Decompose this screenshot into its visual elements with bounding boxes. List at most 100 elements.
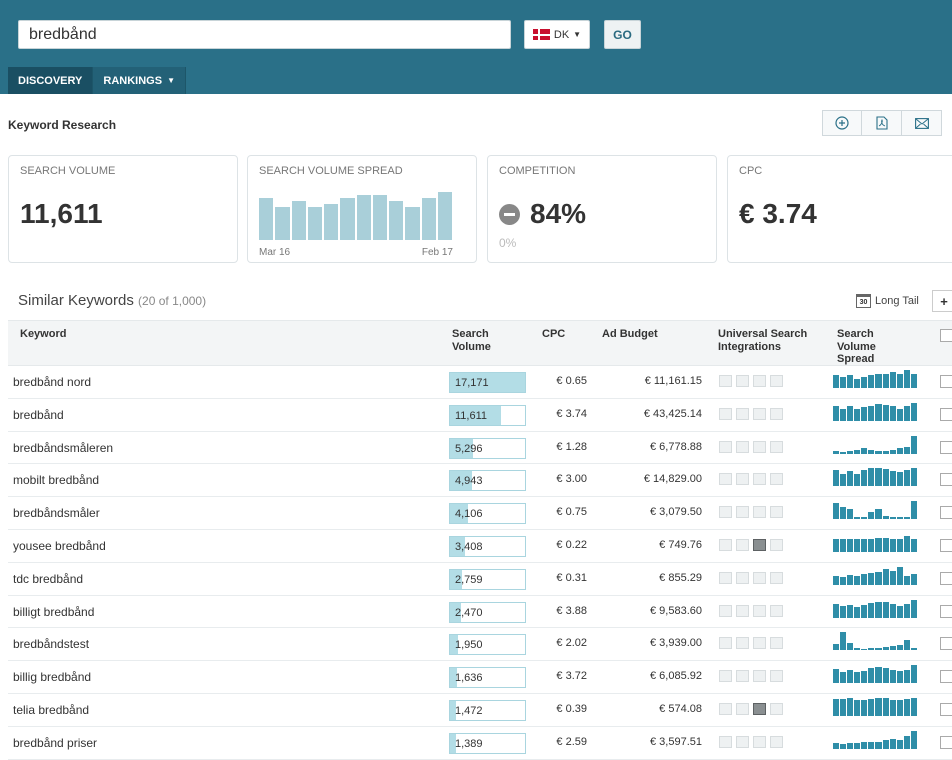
ad-budget-value: € 14,829.00 [643,473,702,486]
cpc-value: € 3.00 [556,473,587,486]
row-spread-bar [910,573,917,585]
keyword-link[interactable]: telia bredbånd [13,703,89,717]
table-row[interactable]: bredbånd priser 1,389 € 2.59 € 3,597.51 [8,727,952,760]
email-button[interactable] [902,110,942,136]
row-spread-bar [889,571,896,585]
row-checkbox[interactable] [940,735,952,749]
keyword-link[interactable]: billigt bredbånd [13,605,94,619]
table-row[interactable]: bredbåndsmåleren 5,296 € 1.28 € 6,778.88 [8,432,952,465]
table-row[interactable]: yousee bredbånd 3,408 € 0.22 € 749.76 [8,530,952,563]
th-keyword[interactable]: Keyword [20,328,66,341]
table-row[interactable]: billig bredbånd 1,636 € 3.72 € 6,085.92 [8,661,952,694]
tab-discovery[interactable]: DISCOVERY [8,67,93,94]
row-spread-bar [882,739,889,749]
row-spread-bar [854,647,861,651]
table-row[interactable]: bredbånd 11,611 € 3.74 € 43,425.14 [8,399,952,432]
go-button[interactable]: GO [604,20,641,49]
row-checkbox[interactable] [940,506,952,520]
select-all-checkbox[interactable] [940,329,952,342]
table-row[interactable]: bredbånd nord 17,171 € 0.65 € 11,161.15 [8,366,952,399]
ad-budget-value: € 6,778.88 [650,440,702,453]
images-icon [736,407,749,420]
row-spread-bar [903,535,910,552]
images-icon [736,571,749,584]
row-spread-bar [854,575,861,585]
images-icon [736,670,749,683]
row-checkbox[interactable] [940,407,952,421]
th-search-volume[interactable]: Search Volume [452,328,512,353]
keyword-link[interactable]: yousee bredbånd [13,539,106,553]
spread-bar [389,201,404,240]
row-checkbox[interactable] [940,604,952,618]
similar-count: (20 of 1,000) [138,294,207,308]
row-checkbox[interactable] [940,375,952,388]
minus-circle-icon [499,204,520,225]
search-volume-value: 2,470 [455,606,483,619]
th-universal-search[interactable]: Universal Search Integrations [718,328,818,353]
th-search-volume-spread[interactable]: Search Volume Spread [837,328,907,366]
row-spread-bar [868,405,875,421]
competition-value: 84% [530,198,587,229]
keyword-link[interactable]: mobilt bredbånd [13,473,99,487]
row-spread-bar [847,643,854,651]
ad-budget-value: € 749.76 [659,538,702,551]
search-volume-bar: 11,611 [449,404,526,426]
universal-search-icons [719,407,783,420]
table-row[interactable]: billigt bredbånd 2,470 € 3.88 € 9,583.60 [8,596,952,629]
keyword-link[interactable]: billig bredbånd [13,670,91,684]
row-checkbox[interactable] [940,538,952,552]
th-ad-budget[interactable]: Ad Budget [602,328,658,341]
news-icon [719,702,732,715]
shopping-icon [770,702,783,715]
keyword-link[interactable]: bredbåndsmåler [13,506,100,520]
row-spread-chart [833,468,917,487]
row-spread-bar [875,403,882,421]
row-spread-bar [903,698,910,716]
row-checkbox[interactable] [940,440,952,454]
keyword-link[interactable]: bredbånd [13,408,64,422]
row-checkbox[interactable] [940,473,952,487]
th-cpc[interactable]: CPC [542,328,565,341]
search-input[interactable]: bredbånd [18,20,511,49]
keyword-link[interactable]: bredbånd priser [13,736,97,750]
universal-search-icons [719,375,783,387]
card-label: COMPETITION [499,165,576,177]
tab-rankings[interactable]: RANKINGS ▼ [92,67,186,94]
images-icon [736,538,749,551]
keyword-link[interactable]: bredbånd nord [13,375,91,389]
cpc-value: € 0.31 [556,571,587,584]
table-row[interactable]: bredbåndstest 1,950 € 2.02 € 3,939.00 [8,628,952,662]
add-keywords-button[interactable]: + [932,290,952,312]
shopping-icon [770,407,783,420]
table-row[interactable]: bredbåndsmåler 4,106 € 0.75 € 3,079.50 [8,497,952,530]
pdf-icon [875,116,888,130]
row-spread-bar [875,373,882,388]
long-tail-button[interactable]: 30 Long Tail [856,294,919,308]
country-select[interactable]: DK ▼ [524,20,590,49]
row-checkbox[interactable] [940,571,952,585]
table-row[interactable]: tdc bredbånd 2,759 € 0.31 € 855.29 [8,563,952,596]
row-checkbox[interactable] [940,637,952,651]
row-spread-chart [833,697,917,716]
row-spread-bar [910,373,917,388]
row-spread-bar [840,409,847,421]
images-icon [736,604,749,617]
card-label: CPC [739,165,763,177]
row-spread-bar [861,470,868,487]
video-icon [753,735,766,748]
table-row[interactable]: telia bredbånd 1,472 € 0.39 € 574.08 [8,694,952,727]
row-checkbox[interactable] [940,670,952,684]
keyword-link[interactable]: bredbåndsmåleren [13,441,113,455]
shopping-icon [770,735,783,748]
news-icon [719,670,732,683]
add-button[interactable] [822,110,862,136]
spread-bar [307,207,322,240]
row-checkbox[interactable] [940,702,952,716]
video-icon [753,637,766,650]
keyword-link[interactable]: tdc bredbånd [13,572,83,586]
keyword-link[interactable]: bredbåndstest [13,637,89,651]
table-row[interactable]: mobilt bredbånd 4,943 € 3.00 € 14,829.00 [8,464,952,498]
shopping-icon [770,637,783,650]
pdf-export-button[interactable] [862,110,902,136]
chevron-down-icon: ▼ [573,30,582,39]
